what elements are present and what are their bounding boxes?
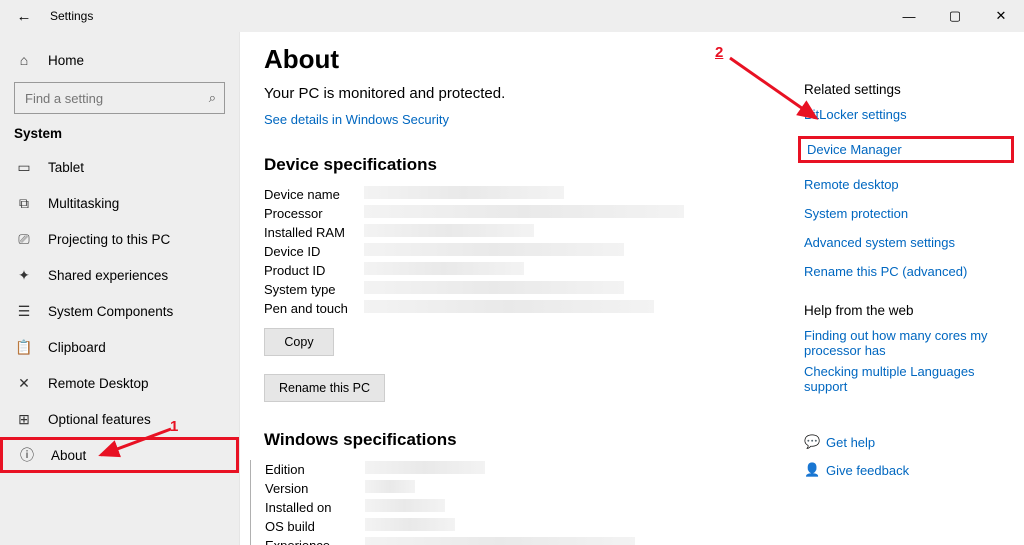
link-remote-desktop[interactable]: Remote desktop: [804, 177, 1014, 192]
home-button[interactable]: ⌂ Home: [0, 42, 239, 78]
content: ⌂ Home ⌕ System ▭ Tablet ⧉ Multitasking …: [0, 32, 1024, 545]
sidebar-item-label: System Components: [48, 304, 173, 319]
sidebar-item-remote-desktop[interactable]: ✕ Remote Desktop: [0, 365, 239, 401]
redacted-value: [364, 262, 524, 275]
page-title: About: [264, 44, 1000, 75]
sidebar-item-system-components[interactable]: ☰ System Components: [0, 293, 239, 329]
sidebar-item-tablet[interactable]: ▭ Tablet: [0, 149, 239, 185]
get-help-link[interactable]: 💬 Get help: [804, 434, 1014, 450]
redacted-value: [364, 300, 654, 313]
about-icon: ⓘ: [17, 445, 37, 465]
help-from-web-title: Help from the web: [804, 303, 1014, 318]
table-row: OS build: [265, 517, 1000, 535]
sidebar-item-label: Remote Desktop: [48, 376, 149, 391]
sidebar-item-label: Projecting to this PC: [48, 232, 170, 247]
get-help-label: Get help: [826, 435, 875, 450]
multitask-icon: ⧉: [14, 195, 34, 212]
main: About Your PC is monitored and protected…: [240, 32, 1024, 545]
search-input-wrap[interactable]: ⌕: [14, 82, 225, 114]
back-button[interactable]: ←: [14, 8, 34, 25]
clipboard-icon: 📋: [14, 339, 34, 356]
person-icon: 👤: [804, 462, 826, 478]
remote-icon: ✕: [14, 375, 34, 392]
help-link-languages[interactable]: Checking multiple Languages support: [804, 364, 1014, 394]
give-feedback-link[interactable]: 👤 Give feedback: [804, 462, 1014, 478]
close-button[interactable]: ✕: [978, 0, 1024, 32]
link-system-protection[interactable]: System protection: [804, 206, 1014, 221]
search-icon: ⌕: [209, 90, 216, 106]
home-label: Home: [48, 53, 84, 68]
table-row: Experience: [265, 536, 1000, 545]
link-rename-pc-advanced[interactable]: Rename this PC (advanced): [804, 264, 1014, 279]
annotation-1-label: 1: [170, 418, 178, 435]
link-advanced-system-settings[interactable]: Advanced system settings: [804, 235, 1014, 250]
sidebar-item-optional-features[interactable]: ⊞ Optional features: [0, 401, 239, 437]
sidebar-item-about[interactable]: ⓘ About: [0, 437, 239, 473]
redacted-value: [364, 224, 534, 237]
redacted-value: [364, 243, 624, 256]
redacted-value: [365, 499, 445, 512]
tablet-icon: ▭: [14, 159, 34, 176]
minimize-button[interactable]: —: [886, 0, 932, 32]
link-device-manager[interactable]: Device Manager: [798, 136, 1014, 163]
help-link-cores[interactable]: Finding out how many cores my processor …: [804, 328, 1014, 358]
related-settings-panel: Related settings BitLocker settings Devi…: [804, 82, 1024, 490]
sidebar-item-multitasking[interactable]: ⧉ Multitasking: [0, 185, 239, 221]
chat-icon: 💬: [804, 434, 826, 450]
sidebar-item-label: Clipboard: [48, 340, 106, 355]
project-icon: ⎚: [14, 231, 34, 248]
sidebar-item-label: Optional features: [48, 412, 151, 427]
redacted-value: [365, 480, 415, 493]
related-settings-title: Related settings: [804, 82, 1014, 97]
shared-icon: ✦: [14, 267, 34, 284]
search-input[interactable]: [23, 90, 209, 107]
sidebar-item-projecting[interactable]: ⎚ Projecting to this PC: [0, 221, 239, 257]
sidebar-item-label: About: [51, 448, 86, 463]
window-controls: — ▢ ✕: [886, 0, 1024, 32]
redacted-value: [365, 461, 485, 474]
copy-button[interactable]: Copy: [264, 328, 334, 356]
rename-pc-button[interactable]: Rename this PC: [264, 374, 385, 402]
sidebar: ⌂ Home ⌕ System ▭ Tablet ⧉ Multitasking …: [0, 32, 240, 545]
redacted-value: [365, 518, 455, 531]
titlebar: ← Settings: [0, 0, 1024, 32]
search-wrap: ⌕: [0, 82, 239, 122]
give-feedback-label: Give feedback: [826, 463, 909, 478]
sidebar-item-shared-experiences[interactable]: ✦ Shared experiences: [0, 257, 239, 293]
home-icon: ⌂: [14, 52, 34, 68]
annotation-2-label: 2: [715, 44, 723, 61]
sidebar-item-label: Shared experiences: [48, 268, 168, 283]
category-label: System: [0, 122, 239, 149]
redacted-value: [365, 537, 635, 545]
sidebar-item-label: Multitasking: [48, 196, 119, 211]
window-title: Settings: [50, 9, 93, 23]
redacted-value: [364, 281, 624, 294]
optional-icon: ⊞: [14, 411, 34, 428]
components-icon: ☰: [14, 303, 34, 320]
redacted-value: [364, 186, 564, 199]
table-row: Installed on: [265, 498, 1000, 516]
redacted-value: [364, 205, 684, 218]
sidebar-item-clipboard[interactable]: 📋 Clipboard: [0, 329, 239, 365]
link-bitlocker[interactable]: BitLocker settings: [804, 107, 1014, 122]
sidebar-item-label: Tablet: [48, 160, 84, 175]
maximize-button[interactable]: ▢: [932, 0, 978, 32]
